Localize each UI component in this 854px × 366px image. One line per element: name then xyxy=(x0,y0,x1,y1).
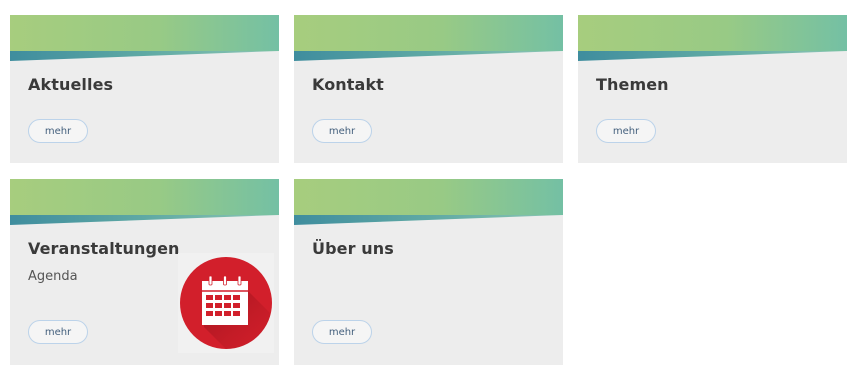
card-aktuelles: Aktuelles mehr xyxy=(10,15,279,163)
mehr-button[interactable]: mehr xyxy=(596,119,656,143)
card-veranstaltungen: Veranstaltungen Agenda mehr xyxy=(10,179,279,365)
card-ueber-uns: Über uns mehr xyxy=(294,179,563,365)
card-banner xyxy=(10,15,279,61)
card-title: Veranstaltungen xyxy=(28,239,180,258)
card-banner xyxy=(10,179,279,225)
card-themen: Themen mehr xyxy=(578,15,847,163)
card-banner xyxy=(578,15,847,61)
card-title: Kontakt xyxy=(312,75,384,94)
card-subtitle: Agenda xyxy=(28,269,78,284)
mehr-button[interactable]: mehr xyxy=(28,119,88,143)
calendar-image xyxy=(178,253,274,353)
card-kontakt: Kontakt mehr xyxy=(294,15,563,163)
mehr-button[interactable]: mehr xyxy=(28,320,88,344)
card-title: Über uns xyxy=(312,239,394,258)
mehr-button[interactable]: mehr xyxy=(312,119,372,143)
card-title: Aktuelles xyxy=(28,75,114,94)
mehr-button[interactable]: mehr xyxy=(312,320,372,344)
card-title: Themen xyxy=(596,75,669,94)
card-banner xyxy=(294,15,563,61)
calendar-icon xyxy=(180,257,272,349)
card-banner xyxy=(294,179,563,225)
